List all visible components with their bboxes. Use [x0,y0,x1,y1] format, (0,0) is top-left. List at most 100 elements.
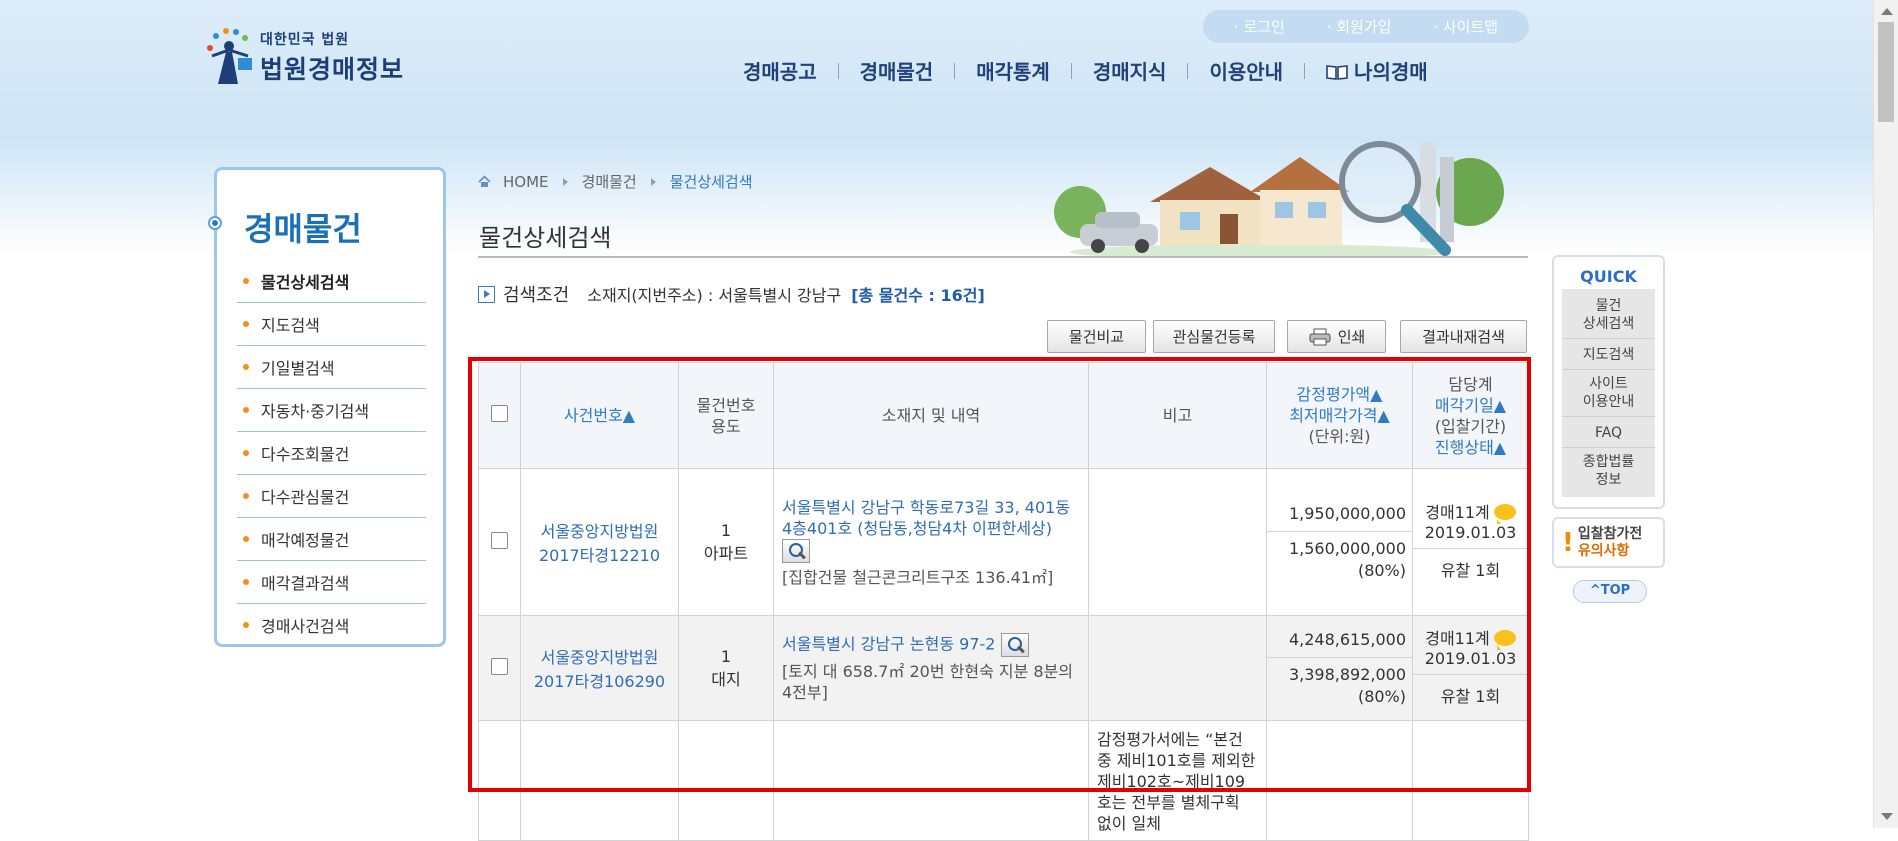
utility-links: · 로그인 · 회원가입 · 사이트맵 [1203,10,1529,43]
search-within-results-button[interactable]: 결과내재검색 [1400,320,1527,353]
bidding-notice-banner[interactable]: ! 입찰참가전 유의사항 [1552,517,1665,568]
signup-link[interactable]: · 회원가입 [1327,16,1392,37]
sidebar-item-most-interested[interactable]: 다수관심물건 [237,475,426,518]
breadcrumb-arrow-icon [562,177,568,186]
sidebar-item-sale-results[interactable]: 매각결과검색 [237,561,426,604]
quick-list: 물건 상세검색 지도검색 사이트 이용안내 FAQ 종합법률 정보 [1562,289,1655,497]
address-link[interactable]: 서울특별시 강남구 논현동 97-2 [782,635,996,654]
case-cell[interactable]: 서울중앙지방법원 2017타경106290 [520,615,679,721]
quick-title: QUICK [1580,267,1637,286]
case-number-sort[interactable]: 사건번호▲ [564,406,635,425]
case-number[interactable]: 2017타경106290 [534,672,665,691]
min-price-percent: (80%) [1357,560,1406,580]
sidebar-item-scheduled-sale[interactable]: 매각예정물건 [237,518,426,561]
row-select-cell [478,468,521,616]
quick-detail-search[interactable]: 물건 상세검색 [1562,289,1655,339]
nav-my-auction[interactable]: 나의경매 [1305,56,1449,85]
page-title: 물건상세검색 [479,224,612,252]
sale-date-sort[interactable]: 매각기일▲ [1435,396,1506,415]
notice-line2: 유의사항 [1577,542,1630,559]
nav-auction-items[interactable]: 경매물건 [839,56,955,85]
sale-status: 유찰 1회 [1440,687,1501,706]
sidebar: 경매물건 물건상세검색 지도검색 기일별검색 자동차·중기검색 다수조회물건 다… [208,167,446,647]
item-number: 1 [720,646,732,666]
row-checkbox[interactable] [491,531,508,549]
sidebar-item-date-search[interactable]: 기일별검색 [237,346,426,389]
site-logo[interactable]: 대한민국 법원 법원경매정보 [204,26,404,88]
page-scrollbar[interactable] [1873,0,1898,828]
status-cell: 경매11계 2019.01.03 유찰 1회 [1412,615,1529,721]
sidebar-item-map-search[interactable]: 지도검색 [237,303,426,346]
court-name: 서울중앙지방법원 [540,522,659,541]
breadcrumb-arrow-icon [650,177,656,186]
row-select-cell [478,720,521,841]
status-header: 담당계 매각기일▲ (입찰기간) 진행상태▲ [1412,362,1529,469]
item-number-label: 물건번호 [696,395,756,415]
property-detail: [집합건물 철근콘크리트구조 136.41㎡] [782,567,1054,587]
select-all-header [478,362,521,469]
sidebar-item-detail-search[interactable]: 물건상세검색 [237,260,426,303]
scroll-down-icon[interactable] [1881,813,1893,820]
address-link[interactable]: 서울특별시 강남구 학동로73길 33, 401동 4층401호 (청담동,청담… [782,498,1070,538]
quick-map-search[interactable]: 지도검색 [1562,339,1655,370]
nav-sale-stats[interactable]: 매각통계 [955,56,1071,85]
sidebar-item-case-search[interactable]: 경매사건검색 [237,604,426,647]
notice-line1: 입찰참가전 [1577,525,1643,542]
title-divider [478,256,1528,258]
sale-date: 2019.01.03 [1424,523,1517,542]
case-number-header[interactable]: 사건번호▲ [520,362,679,469]
status-sort[interactable]: 진행상태▲ [1435,438,1506,457]
status-cell [1412,720,1529,841]
register-interest-button[interactable]: 관심물건등록 [1153,320,1275,353]
quick-legal-info[interactable]: 종합법률 정보 [1562,448,1655,494]
appraisal-sort[interactable]: 감정평가액▲ [1297,385,1383,404]
row-checkbox[interactable] [491,657,508,675]
nav-auction-knowledge[interactable]: 경매지식 [1072,56,1188,85]
case-number[interactable]: 2017타경12210 [539,546,660,565]
scroll-thumb[interactable] [1878,22,1894,122]
status-cell: 경매11계 2019.01.03 유찰 1회 [1412,468,1529,616]
sidebar-item-most-viewed[interactable]: 다수조회물건 [237,432,426,475]
main-navigation: 경매공고 경매물건 매각통계 경매지식 이용안내 나의경매 [722,56,1449,85]
sidebar-item-vehicle-search[interactable]: 자동차·중기검색 [237,389,426,432]
appraisal-value: 1,950,000,000 [1267,497,1412,532]
chat-bubble-icon[interactable] [1493,630,1516,650]
breadcrumb-home[interactable]: HOME [503,173,549,191]
remarks-cell [1088,615,1267,721]
price-cell: 1,950,000,000 1,560,000,000 (80%) [1266,468,1413,616]
min-price-sort[interactable]: 최저매각가격▲ [1289,406,1390,425]
breadcrumb-auction-items[interactable]: 경매물건 [582,171,637,192]
breadcrumb-current: 물건상세검색 [669,173,753,191]
location-cell [773,720,1089,841]
remarks-cell [1088,468,1267,616]
compare-button[interactable]: 물건비교 [1047,320,1146,353]
login-link[interactable]: · 로그인 [1234,16,1285,37]
nav-usage-guide[interactable]: 이용안내 [1188,56,1304,85]
item-number-header: 물건번호 용도 [678,362,774,469]
printer-icon [1309,328,1331,345]
nav-auction-notice[interactable]: 경매공고 [722,56,838,85]
print-button-label: 인쇄 [1337,328,1366,346]
total-count: [총 물건수 : 16건] [851,286,985,305]
case-cell[interactable]: 서울중앙지방법원 2017타경12210 [520,468,679,616]
map-search-icon[interactable] [782,538,810,563]
logo-title: 법원경매정보 [260,54,405,84]
map-search-icon[interactable] [1000,633,1029,657]
table-row: 감정평가서에는 “본건 중 제비101호를 제외한 제비102호~제비109호는… [478,720,1529,841]
print-button[interactable]: 인쇄 [1287,320,1386,353]
select-all-checkbox[interactable] [491,404,508,422]
scroll-top-button[interactable]: ^TOP [1573,580,1647,603]
sale-date: 2019.01.03 [1424,649,1517,668]
court-logo-icon [207,28,252,84]
chat-bubble-icon[interactable] [1493,504,1516,524]
sitemap-link[interactable]: · 사이트맵 [1433,16,1498,37]
location-cell: 서울특별시 강남구 논현동 97-2 [토지 대 658.7㎡ 20번 한현숙 … [773,615,1089,721]
book-icon [1326,65,1348,80]
sidebar-bullet-icon [208,216,222,230]
item-cell: 1 대지 [678,615,774,721]
houses-illustration [1054,141,1504,258]
quick-faq[interactable]: FAQ [1562,417,1655,448]
quick-site-guide[interactable]: 사이트 이용안내 [1562,370,1655,417]
search-condition-text: 소재지(지번주소) : 서울특별시 강남구 [587,286,842,305]
scroll-up-icon[interactable] [1881,8,1893,15]
